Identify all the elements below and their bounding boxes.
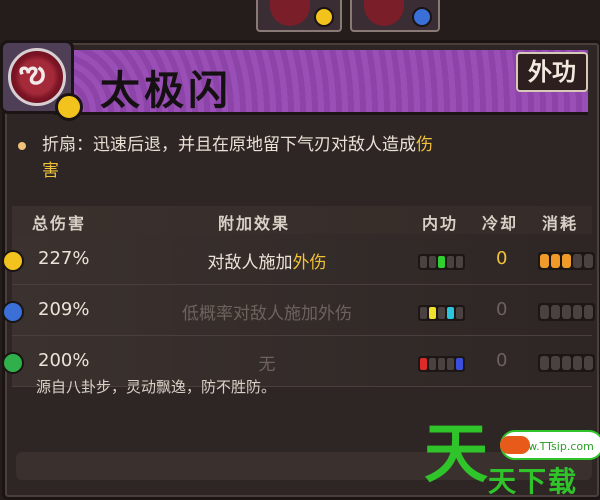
effect-text: 对敌人施加外伤 (207, 253, 327, 273)
pip (551, 356, 560, 370)
fan-skill-icon (364, 0, 404, 26)
pip (429, 256, 436, 268)
pip (420, 307, 427, 319)
cooldown-value: 0 (496, 299, 508, 320)
pip (456, 358, 463, 370)
skill-slot-thumbnail[interactable] (256, 0, 342, 32)
pip (562, 254, 571, 268)
pip (456, 307, 463, 319)
pip (438, 358, 445, 370)
pip (573, 305, 582, 319)
blue-dot-icon (412, 7, 432, 27)
yellow-dot-icon (314, 7, 334, 27)
bullet-icon (18, 142, 26, 150)
damage-value: 209% (38, 299, 90, 320)
pip (540, 254, 549, 268)
pip (429, 307, 436, 319)
pip (562, 305, 571, 319)
internal-energy-pips (418, 254, 465, 270)
skill-slot-thumbnail[interactable] (350, 0, 440, 32)
fan-skill-icon (270, 0, 310, 26)
table-header: 总伤害 附加效果 内功 冷却 消耗 (12, 206, 592, 234)
pip (573, 254, 582, 268)
pip (429, 358, 436, 370)
internal-energy-pips (418, 305, 465, 321)
table-row[interactable]: 227% 对敌人施加外伤 0 (2, 234, 595, 285)
pip (447, 358, 454, 370)
pip (584, 254, 593, 268)
cost-pips (538, 252, 595, 270)
cooldown-value: 0 (496, 350, 508, 371)
pip (447, 307, 454, 319)
effect-text: 低概率对敌人施加外伤 (182, 304, 352, 324)
skill-name: 太极闪 (100, 68, 232, 114)
skill-type-badge: 外功 (516, 52, 588, 92)
skill-icon[interactable]: ఌ (0, 40, 83, 121)
tier-dot-icon (2, 352, 24, 374)
table-row[interactable]: 209% 低概率对敌人施加外伤 0 (2, 285, 595, 336)
pip (562, 356, 571, 370)
pip (456, 256, 463, 268)
skill-stats-table: 总伤害 附加效果 内功 冷却 消耗 227% 对敌人施加外伤 0 209% 低概率对敌人… (2, 206, 595, 387)
pip (584, 305, 593, 319)
damage-value: 200% (38, 350, 90, 371)
pip (551, 305, 560, 319)
pip (438, 256, 445, 268)
tier-dot-icon (2, 301, 24, 323)
pip (551, 254, 560, 268)
flavor-text: 源自八卦步，灵动飘逸，防不胜防。 (36, 378, 277, 396)
pip (420, 256, 427, 268)
damage-value: 227% (38, 248, 90, 269)
pip (420, 358, 427, 370)
pip (447, 256, 454, 268)
internal-energy-pips (418, 356, 465, 372)
pip (573, 356, 582, 370)
pip (584, 356, 593, 370)
pip (438, 307, 445, 319)
yellow-dot-icon (55, 93, 83, 121)
cost-pips (538, 354, 595, 372)
effect-text: 无 (258, 355, 276, 375)
tier-dot-icon (2, 250, 24, 272)
watermark-logo: 天 www.TTsip.com 天下载 (424, 420, 600, 498)
pip (540, 305, 549, 319)
cooldown-value: 0 (496, 248, 508, 269)
pip (540, 356, 549, 370)
cost-pips (538, 303, 595, 321)
skill-description: 折扇：迅速后退，并且在原地留下气刃对敌人造成伤 害 (18, 132, 582, 184)
